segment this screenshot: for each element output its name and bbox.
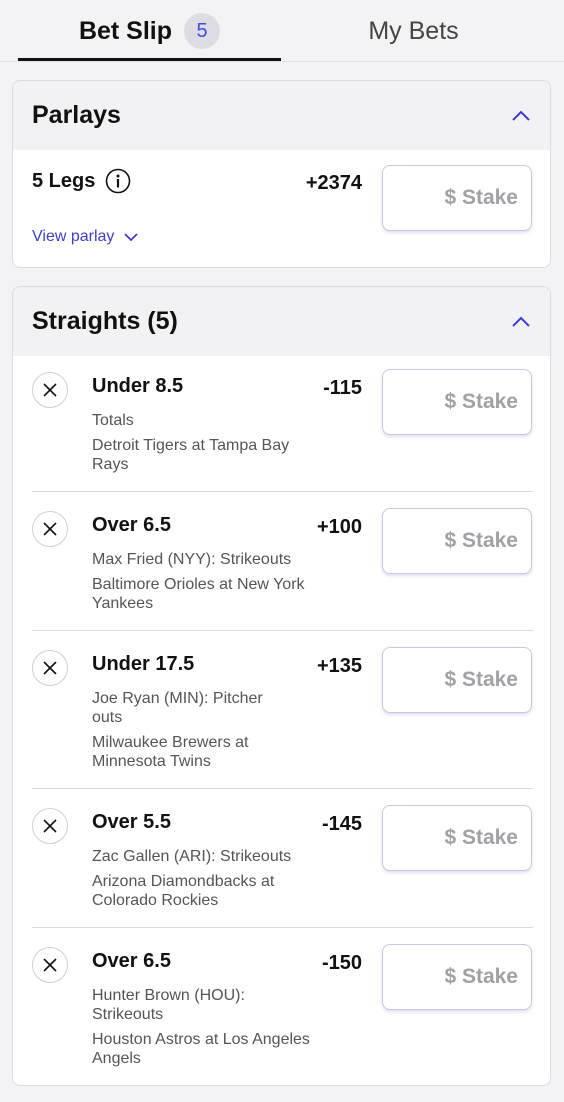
active-tab-indicator <box>18 58 281 61</box>
row-divider <box>32 927 533 928</box>
bet-slip-tabs: Bet Slip 5 My Bets <box>0 0 564 62</box>
row-divider <box>32 788 533 789</box>
straight-bet-row: Over 6.5 +100 Max Fried (NYY): Strikeout… <box>13 495 550 634</box>
selection-market: Max Fried (NYY): Strikeouts <box>92 551 292 568</box>
view-parlay-label: View parlay <box>32 228 115 245</box>
selection-name: Over 6.5 <box>92 950 171 972</box>
remove-bet-button[interactable] <box>32 650 68 686</box>
view-parlay-link[interactable]: View parlay <box>32 228 140 246</box>
stake-placeholder: $ Stake <box>444 965 518 988</box>
parlays-header[interactable]: Parlays <box>13 81 550 150</box>
close-icon <box>43 819 57 833</box>
selection-odds: +135 <box>316 655 362 677</box>
close-icon <box>43 661 57 675</box>
tab-bet-slip-label: Bet Slip <box>78 16 173 45</box>
selection-market: Joe Ryan (MIN): Pitcher outs <box>92 690 263 726</box>
straights-card: Straights (5) Under 8.5 -115 Totals Detr… <box>12 286 551 1086</box>
stake-input[interactable]: $ Stake <box>382 647 532 713</box>
chevron-up-icon[interactable] <box>510 311 532 333</box>
selection-odds: -145 <box>321 813 362 835</box>
chevron-up-icon[interactable] <box>510 105 532 127</box>
stake-placeholder: $ Stake <box>444 826 518 849</box>
straight-bet-row: Over 5.5 -145 Zac Gallen (ARI): Strikeou… <box>13 792 550 931</box>
remove-bet-button[interactable] <box>32 808 68 844</box>
close-icon <box>43 522 57 536</box>
info-icon[interactable] <box>105 168 131 194</box>
remove-bet-button[interactable] <box>32 511 68 547</box>
stake-input[interactable]: $ Stake <box>382 508 532 574</box>
parlay-stake-input[interactable]: $ Stake <box>382 165 532 231</box>
selection-odds: -150 <box>321 952 362 974</box>
selection-name: Under 8.5 <box>92 375 184 397</box>
parlay-legs-label: 5 Legs <box>32 170 96 192</box>
selection-event: Arizona Diamondbacks at Colorado Rockies <box>92 873 275 909</box>
stake-placeholder: $ Stake <box>444 390 518 413</box>
chevron-down-icon <box>124 233 139 242</box>
parlays-title: Parlays <box>32 101 121 129</box>
selection-market: Zac Gallen (ARI): Strikeouts <box>92 848 292 865</box>
selection-event: Detroit Tigers at Tampa Bay Rays <box>92 437 290 473</box>
row-divider <box>32 491 533 492</box>
stake-input[interactable]: $ Stake <box>382 944 532 1010</box>
tab-my-bets-label: My Bets <box>368 16 459 45</box>
close-icon <box>43 958 57 972</box>
stake-placeholder: $ Stake <box>444 529 518 552</box>
straight-bet-row: Under 8.5 -115 Totals Detroit Tigers at … <box>13 356 550 495</box>
tab-bet-slip[interactable]: Bet Slip 5 <box>18 0 281 62</box>
selection-event: Houston Astros at Los Angeles Angels <box>92 1031 310 1067</box>
straight-bet-row: Over 6.5 -150 Hunter Brown (HOU): Strike… <box>13 931 550 1081</box>
selection-name: Over 6.5 <box>92 514 171 536</box>
bottom-spacer <box>0 1086 564 1102</box>
parlays-card: Parlays 5 Legs +2374 View parlay $ Stake <box>12 80 551 268</box>
stake-placeholder: $ Stake <box>444 668 518 691</box>
selection-name: Under 17.5 <box>92 653 195 675</box>
selection-event: Baltimore Orioles at New York Yankees <box>92 576 305 612</box>
selection-odds: +100 <box>316 516 362 538</box>
stake-input[interactable]: $ Stake <box>382 805 532 871</box>
straight-bet-row: Under 17.5 +135 Joe Ryan (MIN): Pitcher … <box>13 634 550 792</box>
close-icon <box>43 383 57 397</box>
selection-market: Totals <box>92 412 134 429</box>
selection-name: Over 5.5 <box>92 811 171 833</box>
selection-market: Hunter Brown (HOU): Strikeouts <box>92 987 245 1023</box>
straights-title: Straights (5) <box>32 307 178 335</box>
parlay-odds: +2374 <box>305 172 362 194</box>
bet-count-badge: 5 <box>184 13 221 49</box>
selection-event: Milwaukee Brewers at Minnesota Twins <box>92 734 249 770</box>
selection-odds: -115 <box>323 377 362 399</box>
row-divider <box>32 630 533 631</box>
tab-my-bets[interactable]: My Bets <box>281 0 546 62</box>
straights-header[interactable]: Straights (5) <box>13 287 550 356</box>
stake-input[interactable]: $ Stake <box>382 369 532 435</box>
remove-bet-button[interactable] <box>32 947 68 983</box>
remove-bet-button[interactable] <box>32 372 68 408</box>
stake-placeholder: $ Stake <box>444 186 518 209</box>
